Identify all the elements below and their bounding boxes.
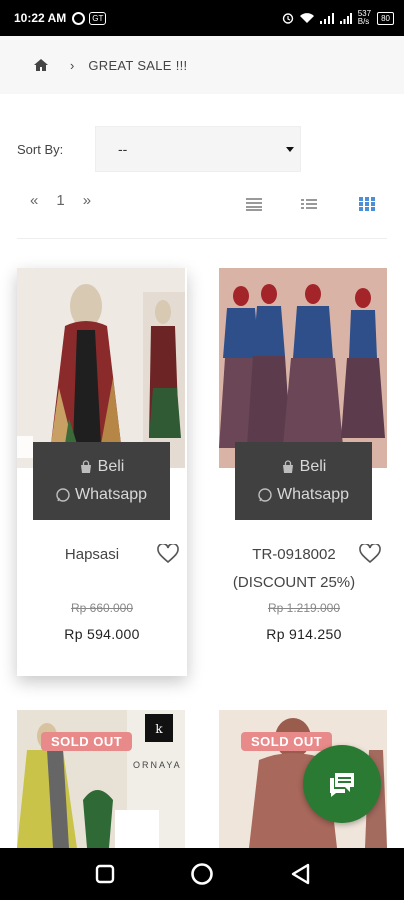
signal-icon-2 <box>339 12 352 24</box>
breadcrumb-current[interactable]: GREAT SALE !!! <box>88 58 187 73</box>
whatsapp-notification-icon <box>72 11 86 25</box>
net-unit: B/s <box>357 17 370 26</box>
pagination: « 1 » <box>30 192 91 209</box>
caret-down-icon <box>286 147 294 152</box>
sold-out-badge: SOLD OUT <box>41 732 133 751</box>
product-name-line2: (DISCOUNT 25%) <box>232 574 356 591</box>
buy-button[interactable]: Beli <box>281 458 327 476</box>
whatsapp-label: Whatsapp <box>276 486 350 503</box>
product-card[interactable]: Beli Whatsapp Hapsasi Rp 660.000 Rp 594.… <box>17 268 187 676</box>
status-badge: GT <box>89 11 107 25</box>
product-photo: k <box>17 710 185 848</box>
svg-text:k: k <box>155 722 163 736</box>
chat-icon <box>330 773 354 797</box>
brand-text: ORNAYA <box>133 760 182 770</box>
home-nav-icon[interactable] <box>190 862 214 886</box>
back-icon[interactable] <box>290 863 312 885</box>
whatsapp-button[interactable]: Whatsapp <box>258 486 349 504</box>
home-icon[interactable] <box>34 58 48 72</box>
chat-fab-button[interactable] <box>303 745 381 823</box>
price: Rp 594.000 <box>64 626 140 642</box>
whatsapp-icon <box>258 488 272 502</box>
view-list-large-icon[interactable] <box>246 197 262 211</box>
shopping-bag-icon <box>282 460 293 473</box>
signal-icon <box>319 12 334 24</box>
whatsapp-label: Whatsapp <box>74 486 148 503</box>
sort-label: Sort By: <box>17 141 64 157</box>
shopping-bag-icon <box>80 460 91 473</box>
view-list-icon[interactable] <box>301 197 317 211</box>
product-photo <box>17 268 185 468</box>
buy-label: Beli <box>97 458 125 475</box>
recent-apps-icon[interactable] <box>95 864 115 884</box>
old-price: Rp 1.219.000 <box>267 601 341 615</box>
heart-icon[interactable] <box>157 544 179 564</box>
next-page-button[interactable]: » <box>83 192 91 209</box>
system-nav-bar <box>0 848 404 900</box>
product-actions: Beli Whatsapp <box>235 442 372 520</box>
battery-icon: 80 <box>377 11 394 25</box>
view-grid-icon[interactable] <box>359 197 375 211</box>
sort-select[interactable]: -- <box>95 126 301 172</box>
sold-out-badge: SOLD OUT <box>241 732 333 751</box>
product-card[interactable]: Beli Whatsapp TR-0918002 (DISCOUNT 25%) … <box>219 268 389 668</box>
product-name-line1: TR-0918002 <box>252 546 336 563</box>
page-number[interactable]: 1 <box>56 192 64 209</box>
buy-label: Beli <box>299 458 327 475</box>
whatsapp-icon <box>56 488 70 502</box>
old-price: Rp 660.000 <box>70 601 134 615</box>
prev-page-button[interactable]: « <box>30 192 38 209</box>
alarm-icon <box>282 13 293 24</box>
breadcrumb-separator: › <box>70 57 75 73</box>
sort-selected-value: -- <box>118 141 128 157</box>
product-card[interactable]: k SOLD OUT ORNAYA <box>17 710 187 848</box>
status-bar: 10:22 AM GT 537 B/s 80 <box>0 0 404 36</box>
price: Rp 914.250 <box>266 626 342 642</box>
divider <box>17 238 387 239</box>
pager-row: « 1 » <box>0 192 404 216</box>
buy-button[interactable]: Beli <box>79 458 125 476</box>
product-name[interactable]: Hapsasi <box>17 541 167 569</box>
wifi-icon <box>299 12 314 23</box>
product-image[interactable] <box>17 268 185 468</box>
breadcrumb: › GREAT SALE !!! <box>0 36 404 94</box>
product-name[interactable]: TR-0918002 (DISCOUNT 25%) <box>219 541 369 597</box>
whatsapp-button[interactable]: Whatsapp <box>56 486 147 504</box>
sort-row: Sort By: -- <box>17 126 301 172</box>
product-photo <box>219 268 387 468</box>
product-image[interactable] <box>219 268 387 468</box>
product-actions: Beli Whatsapp <box>33 442 170 520</box>
product-image[interactable]: k <box>17 710 185 848</box>
status-time: 10:22 AM <box>14 11 67 25</box>
heart-icon[interactable] <box>359 544 381 564</box>
